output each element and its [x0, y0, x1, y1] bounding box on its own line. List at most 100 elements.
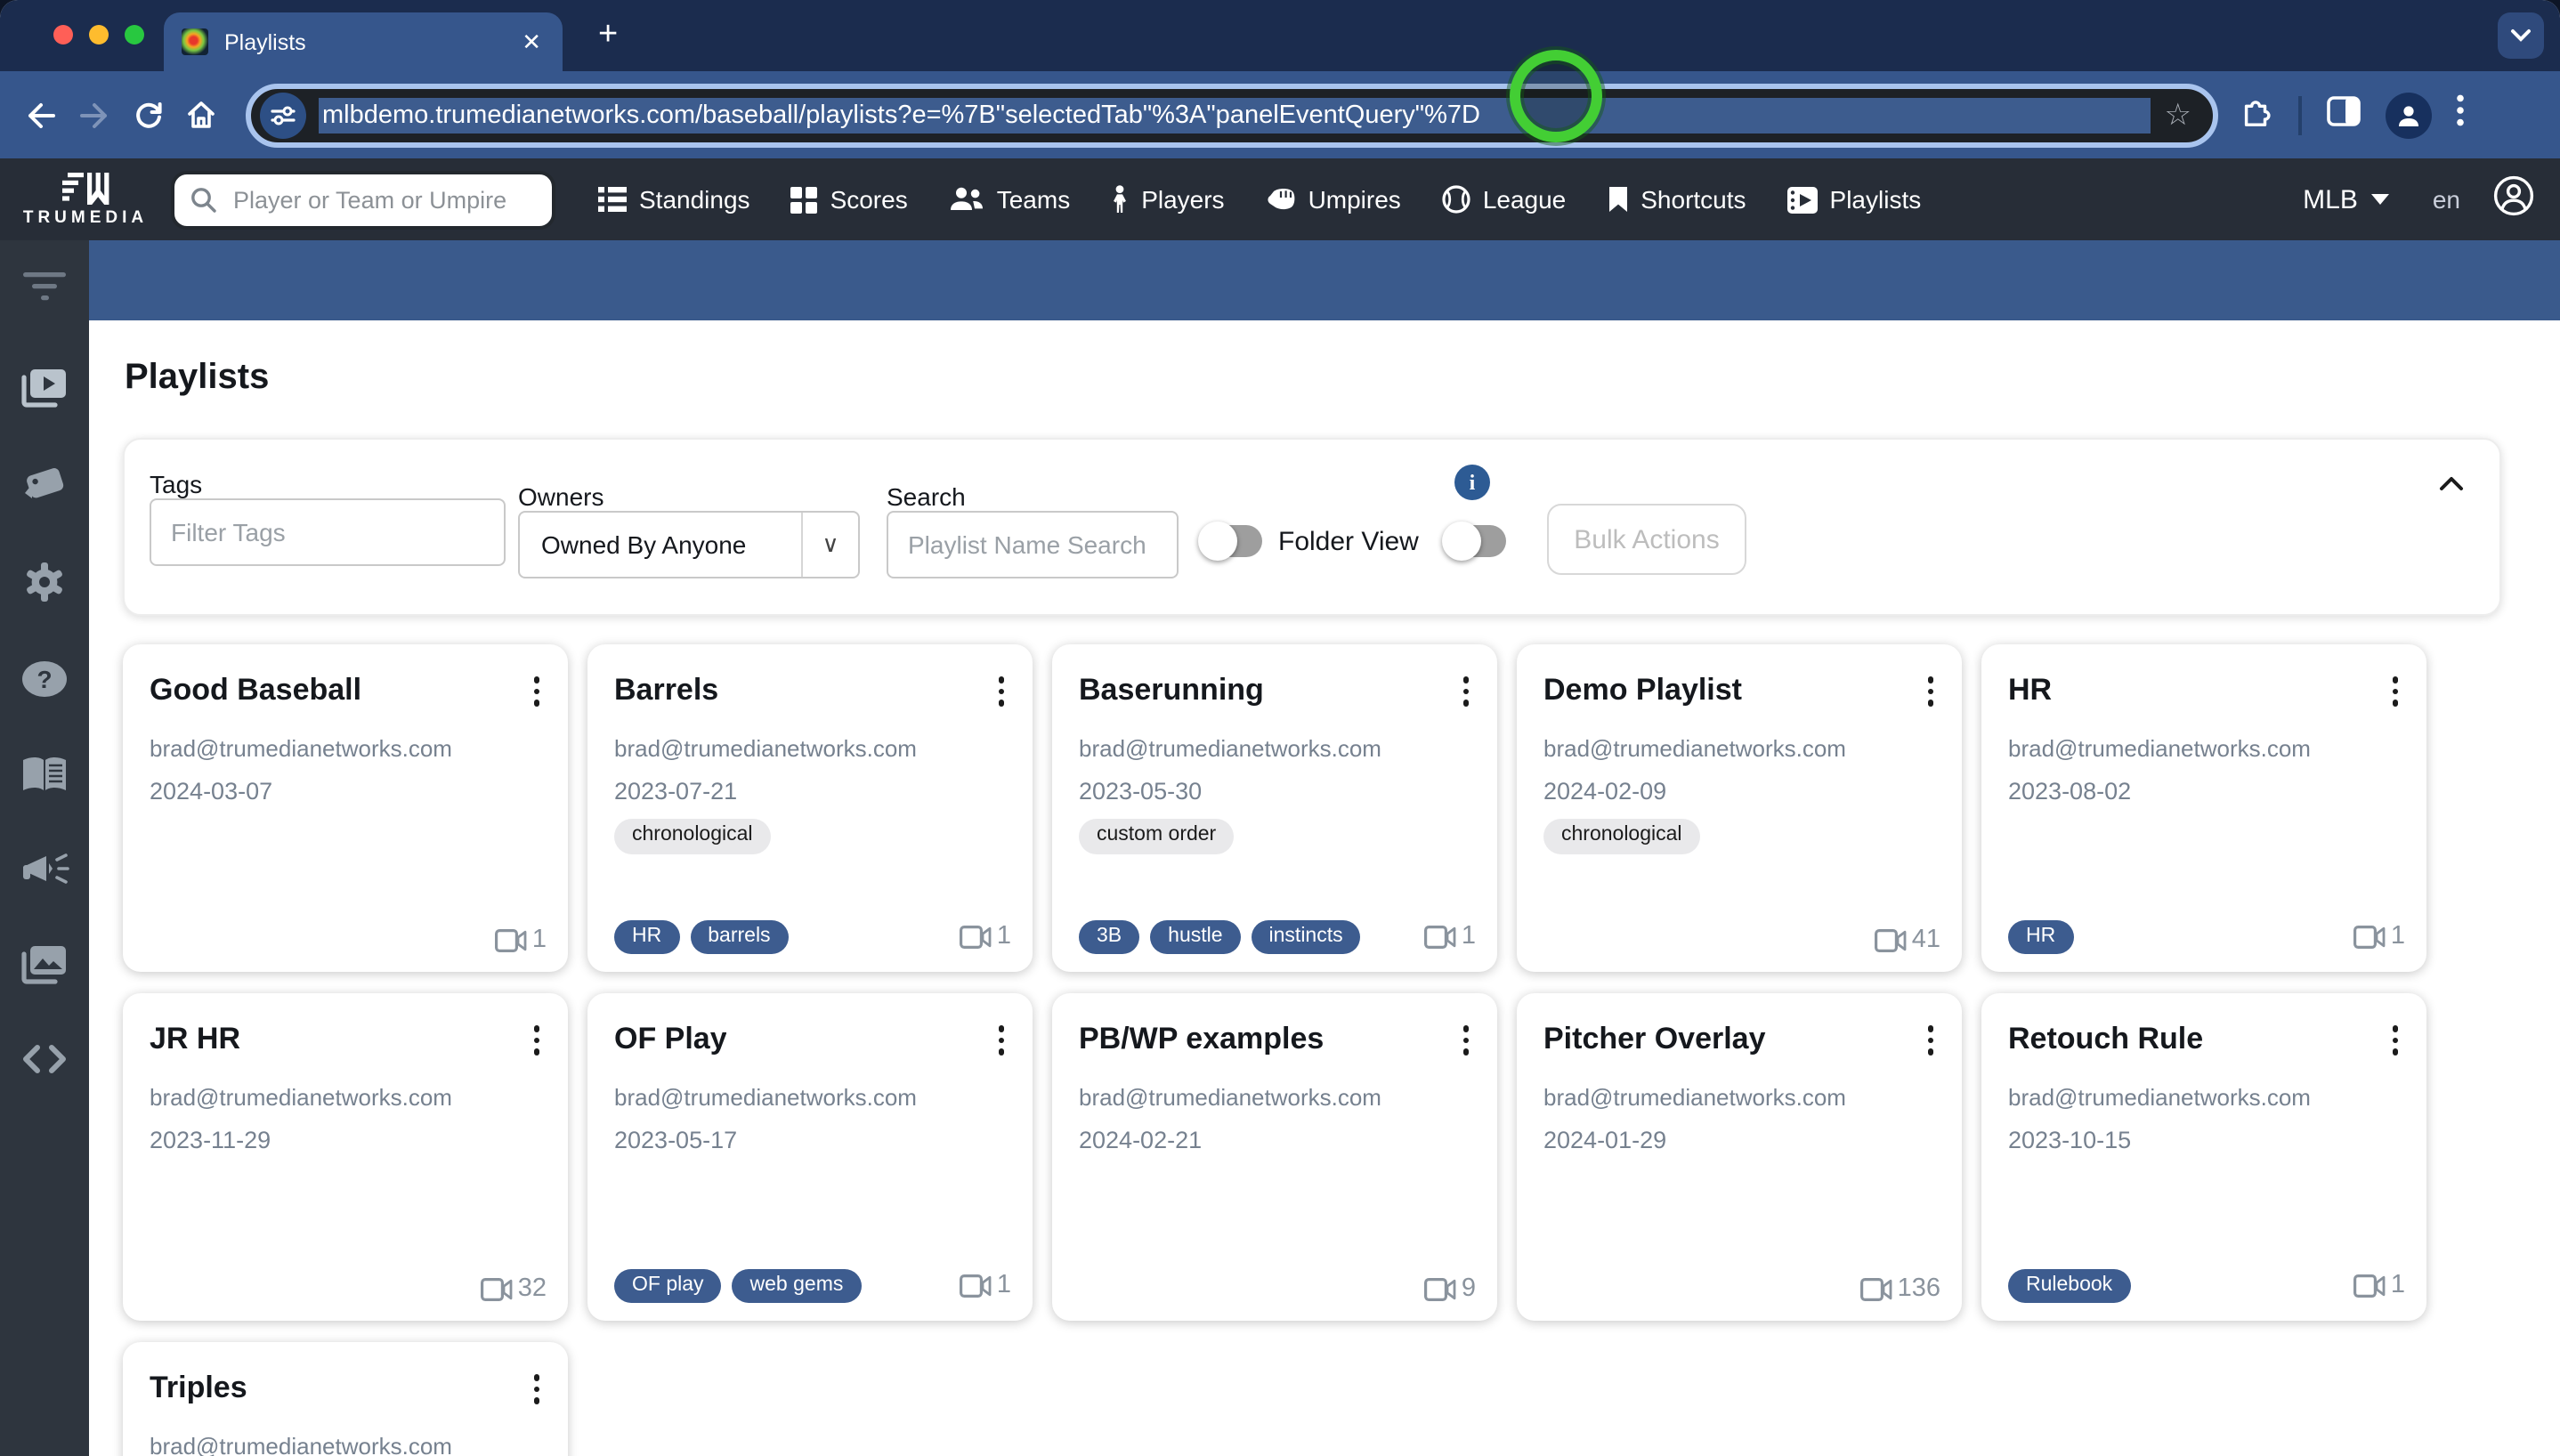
browser-tab[interactable]: Playlists ✕: [164, 12, 563, 71]
playlist-card[interactable]: Barrels brad@trumedianetworks.com 2023-0…: [587, 644, 1033, 972]
sidebar-item-settings[interactable]: [0, 561, 89, 603]
bookmark-star-icon[interactable]: ☆: [2165, 97, 2192, 133]
global-search-input[interactable]: [230, 184, 536, 214]
browser-menu-button[interactable]: [2456, 94, 2463, 135]
kebab-menu-icon[interactable]: [1924, 1022, 1937, 1058]
collapse-filters-button[interactable]: [2439, 468, 2464, 500]
folder-view-label: Folder View: [1278, 527, 1419, 557]
playlist-card[interactable]: Demo Playlist brad@trumedianetworks.com …: [1517, 644, 1962, 972]
global-search[interactable]: [171, 170, 555, 229]
url-text[interactable]: mlbdemo.trumedianetworks.com/baseball/pl…: [319, 97, 2151, 133]
help-icon: ?: [22, 661, 67, 697]
kebab-menu-icon[interactable]: [2388, 673, 2402, 709]
clip-count-badge: 41: [1874, 926, 1940, 954]
nav-item-teams[interactable]: Teams: [949, 185, 1070, 214]
url-bar[interactable]: mlbdemo.trumedianetworks.com/baseball/pl…: [246, 83, 2218, 147]
sidebar-item-tags[interactable]: [0, 465, 89, 504]
reload-button[interactable]: [121, 100, 174, 130]
chevron-down-icon: [2511, 29, 2531, 42]
playlist-owner: brad@trumedianetworks.com: [2008, 735, 2311, 762]
close-tab-icon[interactable]: ✕: [518, 28, 545, 56]
umpire-fist-icon: [1268, 189, 1294, 210]
minimize-window-icon[interactable]: [89, 25, 109, 44]
kebab-menu-icon[interactable]: [1459, 673, 1472, 709]
playlist-title: Demo Playlist: [1543, 673, 1742, 707]
nav-item-shortcuts[interactable]: Shortcuts: [1607, 185, 1746, 214]
nav-item-players[interactable]: Players: [1111, 185, 1225, 214]
sidebar-item-playlists[interactable]: [0, 368, 89, 408]
sidebar-item-glossary[interactable]: [0, 756, 89, 792]
league-selector[interactable]: MLB: [2303, 184, 2390, 214]
nav-item-playlists[interactable]: Playlists: [1786, 185, 1921, 214]
extensions-button[interactable]: [2240, 93, 2273, 136]
trumedia-monogram-icon: [62, 173, 109, 205]
tab-search-button[interactable]: [2498, 12, 2544, 59]
nav-item-umpires[interactable]: Umpires: [1266, 185, 1401, 214]
sidebar-item-help[interactable]: ?: [0, 660, 89, 698]
filter-list-icon: [23, 272, 66, 301]
playlist-owner: brad@trumedianetworks.com: [2008, 1084, 2311, 1111]
playlist-card[interactable]: Pitcher Overlay brad@trumedianetworks.co…: [1517, 993, 1962, 1321]
kebab-menu-icon[interactable]: [1924, 673, 1937, 709]
sidebar-item-media[interactable]: [0, 945, 89, 984]
sidebar-item-embed[interactable]: [0, 1045, 89, 1073]
forward-arrow-icon: [80, 102, 107, 127]
playlist-tags: HR: [2008, 919, 2353, 954]
nav-item-league[interactable]: League: [1442, 185, 1566, 214]
playlist-date: 2024-02-21: [1079, 1127, 1203, 1153]
playlist-card[interactable]: JR HR brad@trumedianetworks.com 2023-11-…: [123, 993, 568, 1321]
player-person-icon: [1114, 185, 1127, 213]
kebab-menu-icon[interactable]: [1459, 1022, 1472, 1058]
kebab-menu-icon[interactable]: [530, 1022, 543, 1058]
chevron-up-icon: [2440, 477, 2463, 490]
playlist-card[interactable]: Baserunning brad@trumedianetworks.com 20…: [1052, 644, 1497, 972]
chevron-down-icon: ∨: [801, 513, 858, 577]
home-button[interactable]: [174, 100, 228, 130]
side-panel-button[interactable]: [2326, 95, 2360, 134]
trumedia-logo[interactable]: TRUMEDIA: [0, 171, 171, 228]
nav-item-scores[interactable]: Scores: [790, 185, 908, 214]
kebab-menu-icon[interactable]: [530, 1371, 543, 1407]
video-camera-icon: [959, 1274, 992, 1298]
forward-button[interactable]: [68, 101, 121, 129]
locale-selector[interactable]: en: [2433, 185, 2460, 214]
toolbar-divider: [2298, 95, 2301, 134]
profile-avatar[interactable]: [2385, 92, 2431, 138]
info-icon[interactable]: i: [1454, 465, 1490, 500]
back-button[interactable]: [14, 101, 68, 129]
nav-item-standings[interactable]: Standings: [598, 185, 750, 214]
megaphone-icon: [22, 853, 69, 884]
zoom-window-icon[interactable]: [125, 25, 144, 44]
playlist-card[interactable]: Good Baseball brad@trumedianetworks.com …: [123, 644, 568, 972]
playlist-card[interactable]: OF Play brad@trumedianetworks.com 2023-0…: [587, 993, 1033, 1321]
playlist-date: 2023-11-29: [150, 1127, 271, 1153]
site-settings-icon[interactable]: [260, 92, 306, 138]
bulk-actions-button[interactable]: Bulk Actions: [1547, 504, 1746, 575]
playlist-card[interactable]: HR brad@trumedianetworks.com 2023-08-02 …: [1981, 644, 2426, 972]
window-controls[interactable]: [53, 25, 144, 44]
kebab-menu-icon[interactable]: [994, 673, 1008, 709]
playlist-search-input[interactable]: [887, 511, 1179, 578]
clip-count: 32: [517, 1274, 547, 1303]
video-camera-icon: [1874, 928, 1907, 951]
kebab-menu-icon[interactable]: [530, 673, 543, 709]
bulk-select-toggle[interactable]: [1442, 522, 1506, 561]
kebab-menu-icon[interactable]: [2388, 1022, 2402, 1058]
playlist-card[interactable]: Retouch Rule brad@trumedianetworks.com 2…: [1981, 993, 2426, 1321]
sidebar-item-filters[interactable]: [0, 272, 89, 303]
tags-filter-input[interactable]: [150, 498, 506, 566]
playlist-card[interactable]: Triples brad@trumedianetworks.com: [123, 1342, 568, 1456]
sidebar-item-announcements[interactable]: [0, 853, 89, 888]
folder-view-toggle[interactable]: [1198, 522, 1262, 561]
playlist-owner: brad@trumedianetworks.com: [150, 1084, 452, 1111]
owners-select[interactable]: Owned By Anyone ∨: [518, 511, 860, 578]
close-window-icon[interactable]: [53, 25, 73, 44]
playlist-owner: brad@trumedianetworks.com: [1543, 735, 1846, 762]
kebab-menu-icon[interactable]: [994, 1022, 1008, 1058]
tag-pill: Rulebook: [2008, 1268, 2131, 1303]
search-icon: [191, 187, 216, 212]
playlist-card[interactable]: PB/WP examples brad@trumedianetworks.com…: [1052, 993, 1497, 1321]
account-button[interactable]: [2492, 174, 2535, 225]
back-arrow-icon: [28, 102, 55, 127]
new-tab-button[interactable]: +: [598, 18, 618, 52]
